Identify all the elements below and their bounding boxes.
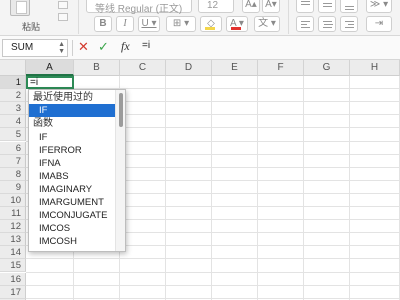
column-header[interactable]: E	[212, 60, 258, 76]
formula-bar-divider	[72, 40, 73, 56]
formula-bar: SUM ▲ ▼ ✕ ✓ fx =i	[0, 36, 400, 60]
recent-function-item[interactable]: IF	[29, 104, 117, 117]
column-header[interactable]: H	[350, 60, 400, 76]
clipboard-extras	[54, 0, 70, 30]
paste-button[interactable]: 粘贴	[0, 0, 52, 36]
formula-input[interactable]: =i	[140, 40, 398, 56]
row-header[interactable]: 5	[0, 128, 26, 142]
align-top-button[interactable]	[296, 0, 314, 13]
paste-label: 粘贴	[22, 22, 41, 32]
align-right-button[interactable]	[340, 16, 358, 32]
increase-font-size-button[interactable]: A▴	[242, 0, 260, 13]
row-header[interactable]: 10	[0, 193, 26, 207]
column-header[interactable]: A	[26, 60, 74, 76]
row-header[interactable]: 6	[0, 141, 26, 155]
row-header[interactable]: 16	[0, 272, 26, 286]
format-painter-icon[interactable]	[58, 13, 68, 21]
borders-button[interactable]: ⊞ ▾	[166, 16, 196, 32]
clipboard-icon	[10, 0, 30, 16]
row-header[interactable]: 13	[0, 233, 26, 247]
copy-icon[interactable]	[58, 1, 68, 9]
column-header[interactable]: B	[74, 60, 120, 76]
functions-section-header: 函数	[33, 118, 53, 129]
row-header[interactable]: 14	[0, 246, 26, 260]
insert-function-icon[interactable]: fx	[121, 39, 130, 54]
row-header[interactable]: 2	[0, 89, 26, 103]
align-bottom-button[interactable]	[340, 0, 358, 13]
name-box-value: SUM	[11, 42, 34, 53]
indent-button[interactable]: ⇥	[366, 16, 392, 32]
function-item[interactable]: IMCOS	[29, 222, 117, 235]
underline-button[interactable]: U ▾	[138, 16, 160, 32]
column-header[interactable]: C	[120, 60, 166, 76]
phonetic-guide-button[interactable]: 文 ▾	[254, 16, 280, 32]
active-cell-a1[interactable]: =i	[26, 76, 74, 89]
select-all-corner[interactable]	[0, 60, 26, 76]
row-header[interactable]: 7	[0, 154, 26, 168]
font-color-button[interactable]: A ▾	[226, 16, 248, 32]
row-header[interactable]: 3	[0, 102, 26, 116]
italic-button[interactable]: I	[116, 16, 134, 32]
row-gridline	[26, 271, 400, 273]
name-box-stepper-icon[interactable]: ▲ ▼	[58, 41, 65, 55]
ribbon-divider	[288, 0, 289, 34]
column-gridline	[349, 76, 350, 300]
column-header[interactable]: G	[304, 60, 350, 76]
align-left-button[interactable]	[296, 16, 314, 32]
active-cell-text: =i	[30, 77, 39, 88]
fill-color-swatch	[205, 27, 215, 30]
scrollbar-thumb[interactable]	[119, 93, 123, 127]
name-box[interactable]: SUM ▲ ▼	[2, 39, 68, 57]
orientation-button[interactable]: ≫ ▾	[366, 0, 392, 13]
ribbon-divider	[78, 0, 79, 34]
row-header[interactable]: 1	[0, 76, 26, 89]
column-gridline	[303, 76, 304, 300]
recent-section-header: 最近使用过的	[33, 92, 93, 103]
enter-icon[interactable]: ✓	[98, 39, 109, 55]
bold-button[interactable]: B	[94, 16, 112, 32]
fill-color-button[interactable]: ◇	[200, 16, 222, 32]
function-item[interactable]: IMCOSH	[29, 235, 117, 248]
cancel-icon[interactable]: ✕	[78, 39, 89, 55]
function-item[interactable]: IFNA	[29, 157, 117, 170]
row-gridline	[26, 284, 400, 286]
row-header[interactable]: 11	[0, 207, 26, 220]
column-gridline	[257, 76, 258, 300]
function-item[interactable]: IF	[29, 131, 117, 144]
function-item[interactable]: IFERROR	[29, 144, 117, 157]
row-gridline	[26, 258, 400, 260]
font-size-select[interactable]: 12	[198, 0, 234, 13]
column-gridline	[211, 76, 212, 300]
row-header[interactable]: 4	[0, 115, 26, 129]
decrease-font-size-button[interactable]: A▾	[262, 0, 280, 13]
function-autocomplete-dropdown[interactable]: 最近使用过的 IF 函数 IF IFERROR IFNA IMABS IMAGINARY…	[28, 89, 126, 252]
ribbon-toolbar: 粘贴 等线 Regular (正文) 12 A▴ A▾ B I U ▾ ⊞ ▾ …	[0, 0, 400, 36]
row-header[interactable]: 15	[0, 259, 26, 273]
font-color-swatch	[231, 27, 241, 30]
align-center-button[interactable]	[318, 16, 336, 32]
row-header[interactable]: 12	[0, 220, 26, 234]
align-middle-button[interactable]	[318, 0, 336, 13]
function-item[interactable]: IMABS	[29, 170, 117, 183]
row-gridline	[26, 297, 400, 299]
function-item[interactable]: IMARGUMENT	[29, 196, 117, 209]
row-header[interactable]: 9	[0, 180, 26, 194]
row-header[interactable]: 8	[0, 167, 26, 181]
dropdown-scrollbar[interactable]	[115, 90, 125, 251]
column-gridline	[165, 76, 166, 300]
row-header[interactable]: 17	[0, 285, 26, 299]
column-header[interactable]: D	[166, 60, 212, 76]
column-header[interactable]: F	[258, 60, 304, 76]
font-name-select[interactable]: 等线 Regular (正文)	[86, 0, 192, 15]
function-item[interactable]: IMCONJUGATE	[29, 209, 117, 222]
function-item[interactable]: IMAGINARY	[29, 183, 117, 196]
